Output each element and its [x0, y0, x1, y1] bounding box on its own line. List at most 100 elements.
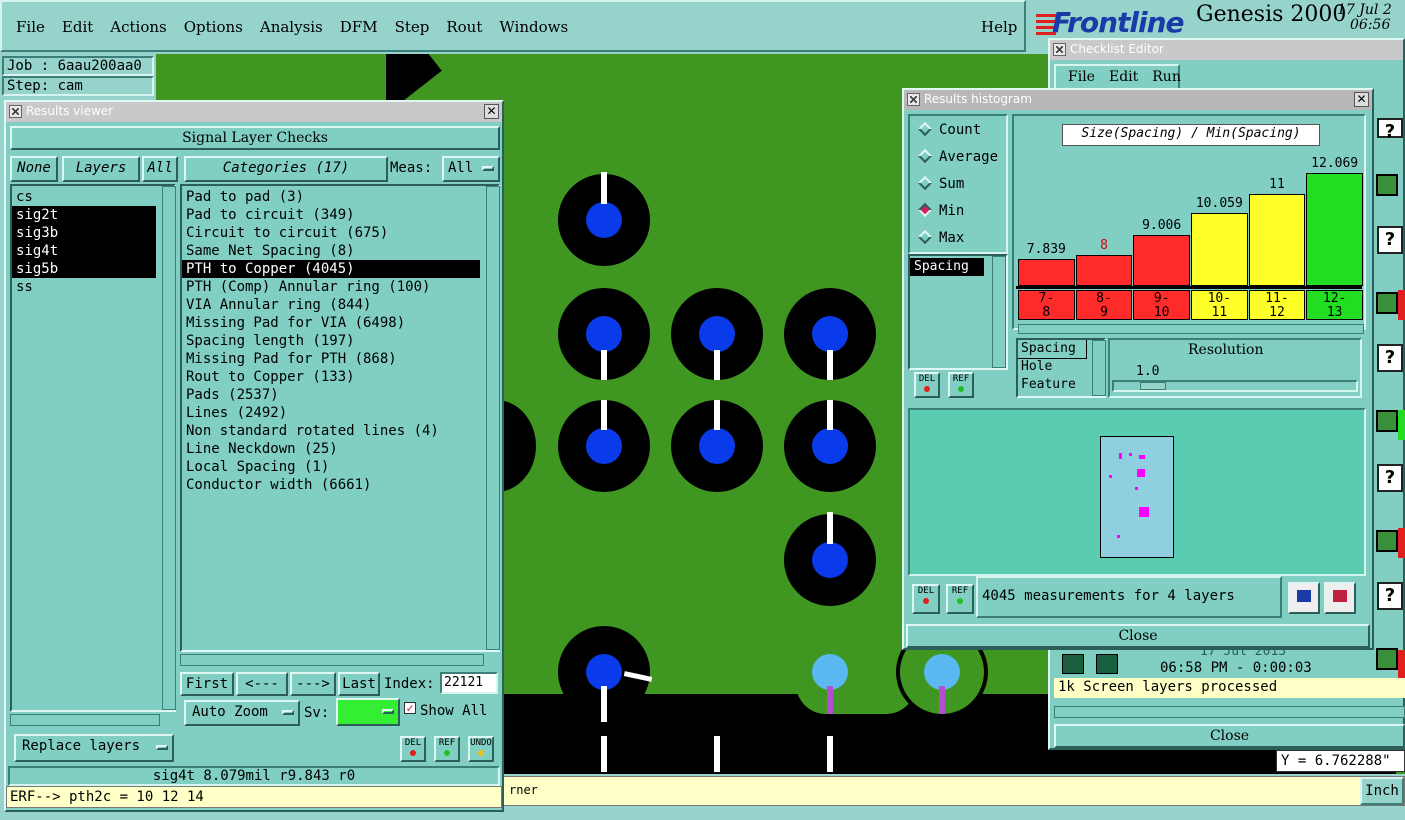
close-icon[interactable]: ✕ — [1354, 92, 1369, 107]
layer-item[interactable]: sig5b — [12, 260, 156, 278]
layer-item[interactable]: sig2t — [12, 206, 156, 224]
inch-button[interactable]: Inch — [1360, 777, 1404, 805]
del-button[interactable]: DEL — [400, 736, 426, 762]
menu-help[interactable]: Help — [981, 18, 1017, 36]
category-item[interactable]: Local Spacing (1) — [182, 458, 498, 476]
category-item[interactable]: PTH to Copper (4045) — [182, 260, 480, 278]
category-item[interactable]: Conductor width (6661) — [182, 476, 498, 494]
magnify-icon[interactable] — [1376, 292, 1398, 314]
mode-radio[interactable]: Count — [916, 121, 981, 138]
checklist-hscroll[interactable] — [1054, 706, 1405, 718]
first-button[interactable]: First — [180, 672, 234, 696]
help-icon[interactable]: ? — [1377, 582, 1403, 610]
category-item[interactable]: Pad to pad (3) — [182, 188, 498, 206]
histogram-close-button[interactable]: Close — [906, 624, 1370, 648]
checklist-menu-edit[interactable]: Edit — [1109, 69, 1138, 85]
layers-list[interactable]: cs sig2t sig3b sig4t sig5b ss — [10, 184, 176, 712]
run-icon[interactable] — [1062, 654, 1084, 674]
category-item[interactable]: Circuit to circuit (675) — [182, 224, 498, 242]
prev-button[interactable]: <--- — [236, 672, 288, 696]
mode-radio[interactable]: Max — [916, 229, 964, 246]
layers-button[interactable]: Layers — [62, 156, 140, 182]
hist-del-button[interactable]: DEL — [914, 372, 940, 398]
help-icon[interactable]: ? — [1377, 226, 1403, 254]
menu-item-options[interactable]: Options — [184, 18, 243, 36]
categories-hscroll[interactable] — [180, 654, 484, 666]
menu-item-actions[interactable]: Actions — [110, 18, 166, 36]
next-button[interactable]: ---> — [290, 672, 336, 696]
checklist-titlebar[interactable]: Checklist Editor — [1050, 40, 1403, 60]
menu-item-windows[interactable]: Windows — [499, 18, 568, 36]
menu-item-file[interactable]: File — [16, 18, 45, 36]
replace-layers-dropdown[interactable]: Replace layers — [14, 734, 174, 762]
checklist-menu-run[interactable]: Run — [1152, 69, 1181, 85]
categories-scrollbar[interactable] — [486, 186, 500, 650]
index-input[interactable]: 22121 — [440, 672, 498, 694]
menu-item-dfm[interactable]: DFM — [340, 18, 378, 36]
sv-color-dropdown[interactable] — [336, 698, 400, 726]
category-item[interactable]: VIA Annular ring (844) — [182, 296, 498, 314]
category-item[interactable]: Lines (2492) — [182, 404, 498, 422]
mode-radio[interactable]: Min — [916, 202, 964, 219]
categories-list[interactable]: Pad to pad (3) Pad to circuit (349) Circui… — [180, 184, 500, 652]
layer-item[interactable]: sig4t — [12, 242, 156, 260]
histogram-bar[interactable] — [1075, 255, 1133, 286]
histogram-bar[interactable] — [1248, 194, 1306, 286]
histogram-titlebar[interactable]: Results histogram ✕ — [904, 90, 1372, 110]
mode-radio[interactable]: Average — [916, 148, 998, 165]
preview-ref-button[interactable]: REF — [946, 584, 974, 614]
none-button[interactable]: None — [10, 156, 58, 182]
category-item[interactable]: Line Neckdown (25) — [182, 440, 498, 458]
layer-item[interactable]: ss — [12, 278, 174, 296]
magnify-icon[interactable] — [1376, 648, 1398, 670]
type-list-scroll[interactable] — [1092, 340, 1106, 396]
resolution-slider[interactable] — [1112, 380, 1358, 392]
layer-item[interactable]: sig3b — [12, 224, 156, 242]
run-icon[interactable] — [1096, 654, 1118, 674]
layers-hscroll[interactable] — [10, 714, 160, 726]
preview-del-button[interactable]: DEL — [912, 584, 940, 614]
category-item[interactable]: Pads (2537) — [182, 386, 498, 404]
type-item[interactable]: Spacing — [1018, 340, 1087, 359]
menu-item-step[interactable]: Step — [395, 18, 430, 36]
histogram-list-scroll[interactable] — [992, 256, 1006, 368]
auto-zoom-dropdown[interactable]: Auto Zoom — [184, 700, 300, 726]
meas-dropdown[interactable]: All — [442, 156, 500, 182]
menu-item-edit[interactable]: Edit — [62, 18, 93, 36]
menu-item-analysis[interactable]: Analysis — [260, 18, 323, 36]
checklist-menu-file[interactable]: File — [1068, 69, 1095, 85]
layers-scrollbar[interactable] — [162, 186, 176, 710]
help-icon[interactable]: ? — [1377, 464, 1403, 492]
category-item[interactable]: Missing Pad for VIA (6498) — [182, 314, 498, 332]
category-item[interactable]: Same Net Spacing (8) — [182, 242, 498, 260]
window-menu-icon[interactable] — [907, 93, 920, 106]
undo-button[interactable]: UNDO — [468, 736, 494, 762]
histogram-list-item[interactable]: Spacing — [910, 258, 984, 276]
category-item[interactable]: Spacing length (197) — [182, 332, 498, 350]
import-icon[interactable] — [1324, 582, 1356, 614]
magnify-icon[interactable] — [1376, 410, 1398, 432]
all-button[interactable]: All — [142, 156, 178, 182]
category-item[interactable]: Pad to circuit (349) — [182, 206, 498, 224]
hist-ref-button[interactable]: REF — [948, 372, 974, 398]
show-all-checkbox[interactable]: ✓ — [404, 702, 416, 714]
ref-button[interactable]: REF — [434, 736, 460, 762]
histogram-bar[interactable] — [1133, 235, 1190, 286]
layer-item[interactable]: cs — [12, 188, 174, 206]
histogram-bar[interactable] — [1018, 259, 1075, 286]
magnify-icon[interactable] — [1376, 530, 1398, 552]
histogram-bar[interactable] — [1191, 213, 1248, 286]
close-icon[interactable]: ✕ — [484, 104, 499, 119]
help-icon[interactable]: ? — [1377, 344, 1403, 372]
window-menu-icon[interactable] — [1053, 43, 1066, 56]
categories-button[interactable]: Categories (17) — [184, 156, 388, 182]
mode-radio[interactable]: Sum — [916, 175, 964, 192]
category-item[interactable]: PTH (Comp) Annular ring (100) — [182, 278, 498, 296]
last-button[interactable]: Last — [338, 672, 380, 696]
slider-thumb[interactable] — [1140, 382, 1166, 390]
category-item[interactable]: Missing Pad for PTH (868) — [182, 350, 498, 368]
checklist-close-button[interactable]: Close — [1054, 724, 1405, 748]
window-menu-icon[interactable] — [9, 105, 22, 118]
help-icon[interactable]: ? — [1377, 118, 1403, 142]
menu-item-rout[interactable]: Rout — [446, 18, 482, 36]
